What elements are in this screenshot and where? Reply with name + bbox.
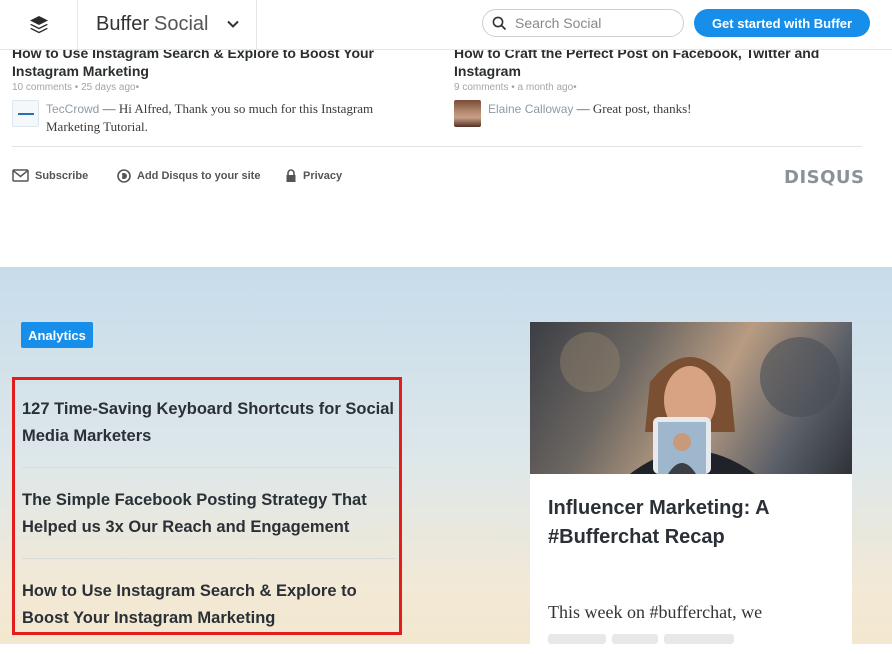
article-link-2[interactable]: The Simple Facebook Posting Strategy Tha… <box>22 487 396 541</box>
featured-article-title[interactable]: Influencer Marketing: A #Bufferchat Reca… <box>548 494 838 552</box>
comment-author-link[interactable]: Elaine Calloway <box>488 102 573 116</box>
comment-count-link[interactable]: 10 comments <box>12 82 72 93</box>
excerpt-cutoff <box>548 626 838 654</box>
blog-name: Social <box>154 13 209 35</box>
add-disqus-label: Add Disqus to your site <box>137 170 261 182</box>
article-link-1[interactable]: 127 Time-Saving Keyboard Shortcuts for S… <box>22 396 396 450</box>
divider <box>22 558 396 559</box>
lock-icon <box>286 169 296 182</box>
comment-count-link[interactable]: 9 comments <box>454 82 508 93</box>
comment-text: Elaine Calloway — Great post, thanks! <box>488 100 691 127</box>
blog-switcher[interactable]: Buffer Social <box>78 0 257 49</box>
subscribe-label: Subscribe <box>35 169 89 182</box>
comment-snippet: Elaine Calloway — Great post, thanks! <box>454 100 864 127</box>
divider <box>12 146 862 147</box>
comment-text: TecCrowd — Hi Alfred, Thank you so much … <box>46 100 422 135</box>
divider <box>22 467 396 468</box>
top-header: Buffer Social Get started with Buffer <box>0 0 892 50</box>
recent-comment-post-1: How to Use Instagram Search & Explore to… <box>12 44 422 135</box>
disqus-logo[interactable]: DISQUS <box>784 167 864 188</box>
article-link-3[interactable]: How to Use Instagram Search & Explore to… <box>22 578 396 632</box>
post-meta: 10 comments • 25 days ago• <box>12 82 140 93</box>
subscribe-link[interactable]: Subscribe <box>12 169 88 182</box>
search-icon <box>492 16 507 30</box>
featured-article-card: Influencer Marketing: A #Bufferchat Reca… <box>530 322 852 652</box>
woman-selfie-photo-icon <box>560 332 840 474</box>
chevron-down-icon <box>227 20 239 28</box>
recent-comment-post-2: How to Craft the Perfect Post on Faceboo… <box>454 44 864 127</box>
post-meta: 9 comments • a month ago• <box>454 82 577 93</box>
avatar[interactable] <box>454 100 481 127</box>
envelope-icon <box>12 169 29 182</box>
buffer-logo[interactable] <box>0 0 78 49</box>
comment-body: — Great post, thanks! <box>576 101 692 116</box>
comment-snippet: TecCrowd — Hi Alfred, Thank you so much … <box>12 100 422 135</box>
post-age: a month ago <box>517 82 574 93</box>
post-age: 25 days ago <box>81 82 136 93</box>
avatar[interactable] <box>12 100 39 127</box>
disqus-d-icon <box>117 169 131 183</box>
comment-author-link[interactable]: TecCrowd <box>46 102 99 116</box>
category-section: Analytics 127 Time-Saving Keyboard Short… <box>0 267 892 652</box>
buffer-stack-icon <box>29 15 48 33</box>
category-tag-analytics[interactable]: Analytics <box>21 322 93 348</box>
privacy-link[interactable]: Privacy <box>285 169 342 183</box>
featured-article-excerpt: This week on #bufferchat, we <box>548 602 763 622</box>
search-input[interactable] <box>513 14 677 32</box>
highlighted-article-list: 127 Time-Saving Keyboard Shortcuts for S… <box>12 377 402 635</box>
featured-article-image[interactable] <box>530 322 852 474</box>
brand-name: Buffer <box>96 13 149 35</box>
get-started-button[interactable]: Get started with Buffer <box>694 9 870 37</box>
privacy-label: Privacy <box>303 170 343 182</box>
add-disqus-link[interactable]: Add Disqus to your site <box>117 169 260 183</box>
search-box <box>482 9 684 37</box>
